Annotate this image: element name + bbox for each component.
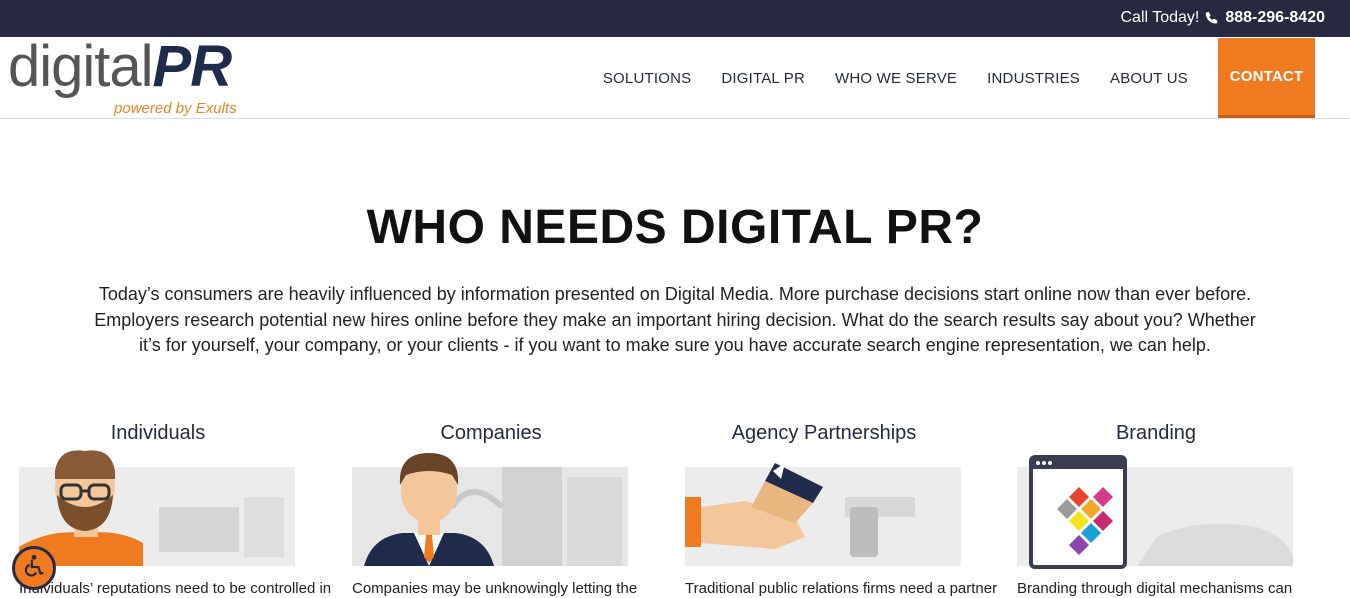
call-today[interactable]: Call Today! 888-296-8420 xyxy=(1121,9,1326,27)
card-description: Traditional public relations firms need … xyxy=(685,580,998,597)
logo-tagline: powered by Exults xyxy=(114,100,237,117)
page-title: WHO NEEDS DIGITAL PR? xyxy=(366,201,984,254)
card-description: Individuals’ reputations need to be cont… xyxy=(19,580,332,597)
individuals-image xyxy=(19,450,295,566)
nav-who-we-serve[interactable]: WHO WE SERVE xyxy=(835,70,957,87)
card-title: Companies xyxy=(440,422,542,444)
logo-wordmark: digitalPR xyxy=(8,34,233,99)
main-nav: SOLUTIONS DIGITAL PR WHO WE SERVE INDUST… xyxy=(603,37,1350,119)
nav-about-us[interactable]: ABOUT US xyxy=(1110,70,1188,87)
call-label: Call Today! xyxy=(1120,9,1200,26)
accessibility-button[interactable] xyxy=(12,546,56,590)
logo-bold-text: PR xyxy=(152,34,233,99)
card-description: Branding through digital mechanisms can xyxy=(1017,580,1293,597)
nav-solutions[interactable]: SOLUTIONS xyxy=(603,70,691,87)
site-header: digitalPR powered by Exults SOLUTIONS DI… xyxy=(0,35,1350,119)
branding-image xyxy=(1017,455,1293,569)
companies-image xyxy=(352,453,628,566)
top-bar: Call Today! 888-296-8420 xyxy=(0,0,1350,37)
phone-number[interactable]: 888-296-8420 xyxy=(1225,9,1325,27)
phone-icon xyxy=(1205,11,1219,25)
card-individuals[interactable]: Individuals Individuals’ reputations nee… xyxy=(19,422,332,597)
card-agency-partnerships[interactable]: Agency Partnerships Traditional public r… xyxy=(685,422,998,597)
card-title: Individuals xyxy=(110,422,206,444)
nav-digital-pr[interactable]: DIGITAL PR xyxy=(721,70,805,87)
nav-industries[interactable]: INDUSTRIES xyxy=(987,70,1080,87)
logo-light-text: digital xyxy=(8,34,154,99)
card-companies[interactable]: Companies Companies may be unknowingly l… xyxy=(352,422,638,597)
card-description: Companies may be unknowingly letting the xyxy=(352,580,638,597)
agency-partnerships-image xyxy=(685,463,961,566)
site-logo[interactable]: digitalPR powered by Exults xyxy=(8,35,268,118)
card-title: Agency Partnerships xyxy=(731,422,917,444)
contact-button[interactable]: CONTACT xyxy=(1218,38,1315,118)
intro-paragraph: Today’s consumers are heavily influenced… xyxy=(94,284,1256,355)
accessibility-icon xyxy=(21,553,47,584)
card-branding[interactable]: Branding Branding through digital mechan… xyxy=(1017,422,1295,597)
